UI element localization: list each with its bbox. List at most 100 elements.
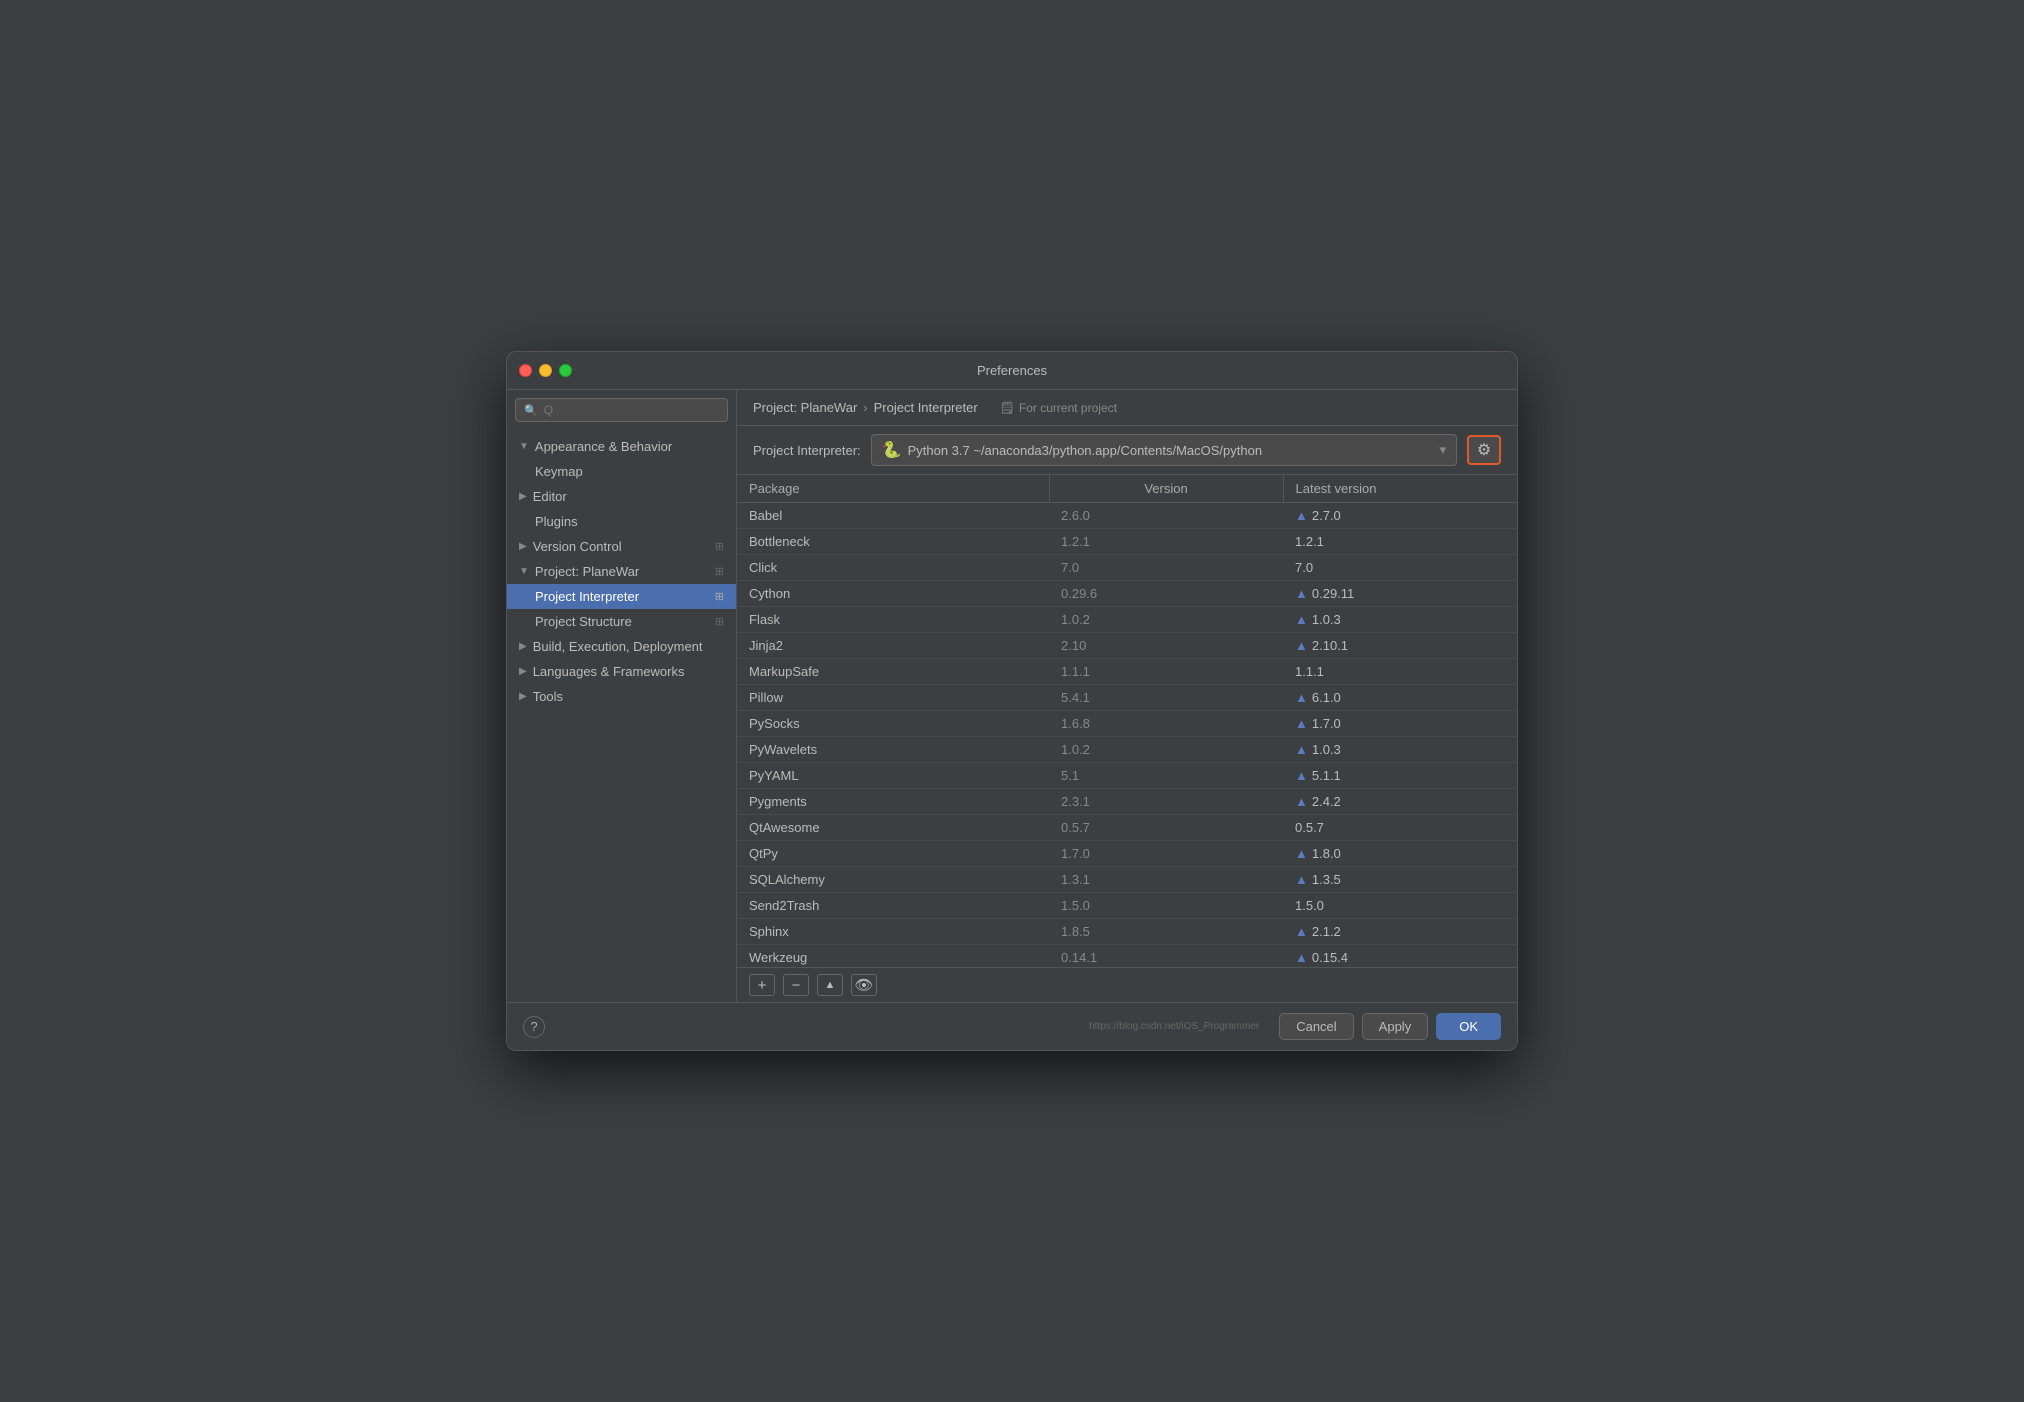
sidebar-nav: ▼ Appearance & Behavior Keymap ▶ Editor … xyxy=(507,430,736,713)
sidebar-item-tools[interactable]: ▶ Tools xyxy=(507,684,736,709)
package-name: Jinja2 xyxy=(737,633,1049,659)
upgrade-arrow-icon: ▲ xyxy=(1295,742,1308,757)
package-latest-version: ▲5.1.1 xyxy=(1283,763,1517,789)
table-row[interactable]: PySocks1.6.8▲1.7.0 xyxy=(737,711,1517,737)
package-name: QtAwesome xyxy=(737,815,1049,841)
col-latest[interactable]: Latest version xyxy=(1283,475,1517,503)
package-name: Werkzeug xyxy=(737,945,1049,968)
table-row[interactable]: Bottleneck1.2.11.2.1 xyxy=(737,529,1517,555)
sidebar-item-version-control[interactable]: ▶ Version Control ⊞ xyxy=(507,534,736,559)
table-row[interactable]: Pygments2.3.1▲2.4.2 xyxy=(737,789,1517,815)
table-row[interactable]: Werkzeug0.14.1▲0.15.4 xyxy=(737,945,1517,968)
upgrade-arrow-icon: ▲ xyxy=(1295,950,1308,965)
sidebar-label: Project: PlaneWar xyxy=(535,564,639,579)
minimize-button[interactable] xyxy=(539,364,552,377)
sidebar-label: Appearance & Behavior xyxy=(535,439,672,454)
table-row[interactable]: Sphinx1.8.5▲2.1.2 xyxy=(737,919,1517,945)
maximize-button[interactable] xyxy=(559,364,572,377)
sidebar-item-project-structure[interactable]: Project Structure ⊞ xyxy=(507,609,736,634)
show-details-button[interactable]: 👁 xyxy=(851,974,877,996)
table-row[interactable]: Cython0.29.6▲0.29.11 xyxy=(737,581,1517,607)
add-package-button[interactable]: + xyxy=(749,974,775,996)
sidebar-label: Version Control xyxy=(533,539,622,554)
sidebar-item-plugins[interactable]: Plugins xyxy=(507,509,736,534)
table-row[interactable]: PyYAML5.1▲5.1.1 xyxy=(737,763,1517,789)
interpreter-dropdown[interactable]: 🐍 Python 3.7 ~/anaconda3/python.app/Cont… xyxy=(871,434,1457,466)
table-row[interactable]: Jinja22.10▲2.10.1 xyxy=(737,633,1517,659)
sidebar-item-appearance-behavior[interactable]: ▼ Appearance & Behavior xyxy=(507,434,736,459)
package-latest-version: ▲0.29.11 xyxy=(1283,581,1517,607)
col-version[interactable]: Version xyxy=(1049,475,1283,503)
note-icon: 🗒 xyxy=(1000,401,1015,415)
upgrade-arrow-icon: ▲ xyxy=(1295,612,1308,627)
cancel-button[interactable]: Cancel xyxy=(1279,1013,1353,1040)
interpreter-label: Project Interpreter: xyxy=(753,443,861,458)
preferences-window: Preferences 🔍 ▼ Appearance & Behavior Ke… xyxy=(506,351,1518,1051)
package-version: 2.6.0 xyxy=(1049,503,1283,529)
package-version: 0.5.7 xyxy=(1049,815,1283,841)
copy-icon: ⊞ xyxy=(715,540,724,553)
package-latest-version: ▲1.3.5 xyxy=(1283,867,1517,893)
breadcrumb-root: Project: PlaneWar xyxy=(753,400,857,415)
remove-package-button[interactable]: − xyxy=(783,974,809,996)
table-row[interactable]: Pillow5.4.1▲6.1.0 xyxy=(737,685,1517,711)
package-version: 5.1 xyxy=(1049,763,1283,789)
package-name: Pillow xyxy=(737,685,1049,711)
sidebar-item-editor[interactable]: ▶ Editor xyxy=(507,484,736,509)
footer-url: https://blog.csdn.net/iOS_Programmer xyxy=(1089,1021,1259,1032)
sidebar-item-languages-frameworks[interactable]: ▶ Languages & Frameworks xyxy=(507,659,736,684)
gear-button[interactable]: ⚙ xyxy=(1467,435,1501,465)
table-row[interactable]: QtAwesome0.5.70.5.7 xyxy=(737,815,1517,841)
package-latest-version: ▲6.1.0 xyxy=(1283,685,1517,711)
main-content: 🔍 ▼ Appearance & Behavior Keymap ▶ Edito… xyxy=(507,390,1517,1002)
package-version: 2.3.1 xyxy=(1049,789,1283,815)
sidebar-item-build-execution[interactable]: ▶ Build, Execution, Deployment xyxy=(507,634,736,659)
package-name: PyYAML xyxy=(737,763,1049,789)
search-box[interactable]: 🔍 xyxy=(515,398,728,422)
package-latest-version: 0.5.7 xyxy=(1283,815,1517,841)
upgrade-package-button[interactable]: ▲ xyxy=(817,974,843,996)
search-icon: 🔍 xyxy=(524,404,538,417)
sidebar-item-project-interpreter[interactable]: Project Interpreter ⊞ xyxy=(507,584,736,609)
table-row[interactable]: Send2Trash1.5.01.5.0 xyxy=(737,893,1517,919)
table-row[interactable]: Babel2.6.0▲2.7.0 xyxy=(737,503,1517,529)
footer: ? https://blog.csdn.net/iOS_Programmer C… xyxy=(507,1002,1517,1050)
table-row[interactable]: QtPy1.7.0▲1.8.0 xyxy=(737,841,1517,867)
package-latest-version: 1.5.0 xyxy=(1283,893,1517,919)
sidebar-label: Project Interpreter xyxy=(535,589,639,604)
table-row[interactable]: SQLAlchemy1.3.1▲1.3.5 xyxy=(737,867,1517,893)
package-name: PyWavelets xyxy=(737,737,1049,763)
sidebar-label: Languages & Frameworks xyxy=(533,664,685,679)
for-current-project-label: 🗒 For current project xyxy=(1000,401,1117,415)
sidebar: 🔍 ▼ Appearance & Behavior Keymap ▶ Edito… xyxy=(507,390,737,1002)
table-row[interactable]: Click7.07.0 xyxy=(737,555,1517,581)
apply-button[interactable]: Apply xyxy=(1362,1013,1429,1040)
package-version: 1.5.0 xyxy=(1049,893,1283,919)
upgrade-arrow-icon: ▲ xyxy=(1295,508,1308,523)
package-version: 1.2.1 xyxy=(1049,529,1283,555)
package-latest-version: ▲2.10.1 xyxy=(1283,633,1517,659)
table-row[interactable]: PyWavelets1.0.2▲1.0.3 xyxy=(737,737,1517,763)
help-button[interactable]: ? xyxy=(523,1016,545,1038)
upgrade-arrow-icon: ▲ xyxy=(1295,872,1308,887)
package-latest-version: ▲2.7.0 xyxy=(1283,503,1517,529)
upgrade-arrow-icon: ▲ xyxy=(1295,716,1308,731)
table-row[interactable]: Flask1.0.2▲1.0.3 xyxy=(737,607,1517,633)
package-name: Cython xyxy=(737,581,1049,607)
package-version: 1.8.5 xyxy=(1049,919,1283,945)
col-package[interactable]: Package xyxy=(737,475,1049,503)
sidebar-item-keymap[interactable]: Keymap xyxy=(507,459,736,484)
search-input[interactable] xyxy=(544,403,719,417)
table-row[interactable]: MarkupSafe1.1.11.1.1 xyxy=(737,659,1517,685)
expand-arrow-icon: ▶ xyxy=(519,641,527,652)
expand-arrow-icon: ▶ xyxy=(519,491,527,502)
package-latest-version: ▲2.1.2 xyxy=(1283,919,1517,945)
package-name: Bottleneck xyxy=(737,529,1049,555)
copy-icon: ⊞ xyxy=(715,615,724,628)
breadcrumb-separator: › xyxy=(863,400,867,415)
ok-button[interactable]: OK xyxy=(1436,1013,1501,1040)
package-table-container[interactable]: Package Version Latest version Babel2.6.… xyxy=(737,475,1517,967)
sidebar-item-project-planewar[interactable]: ▼ Project: PlaneWar ⊞ xyxy=(507,559,736,584)
package-version: 5.4.1 xyxy=(1049,685,1283,711)
close-button[interactable] xyxy=(519,364,532,377)
